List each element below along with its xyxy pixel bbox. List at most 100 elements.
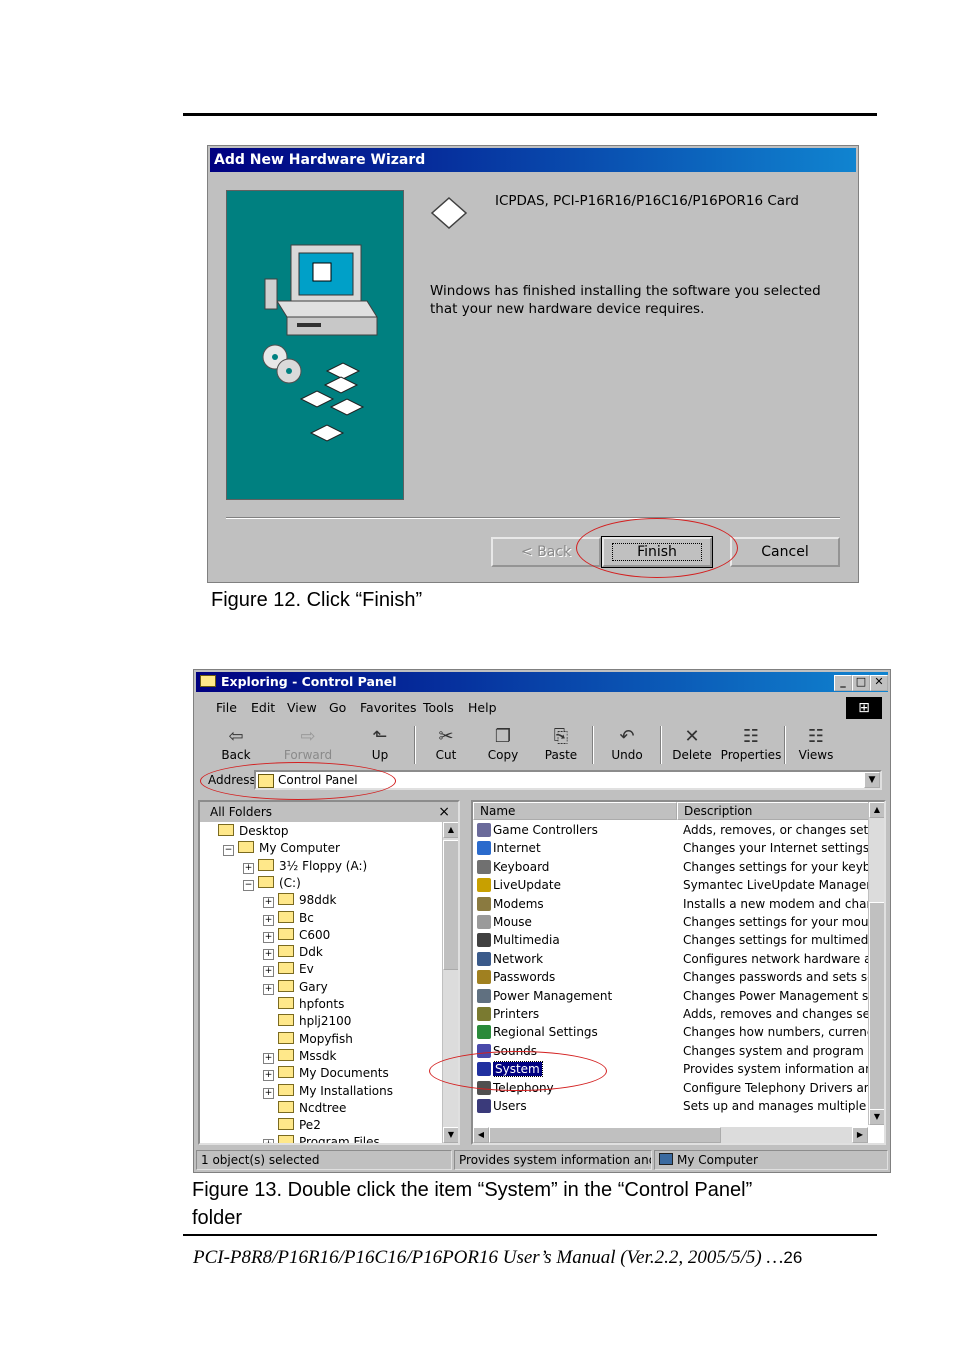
tree-item-label: (C:): [279, 875, 301, 890]
column-description[interactable]: Description: [677, 802, 873, 820]
tree-item[interactable]: +98ddk: [263, 892, 336, 909]
tree-item[interactable]: + My Installations: [263, 1083, 393, 1100]
tree-item[interactable]: hplj2100: [263, 1013, 351, 1030]
computer-and-discs-icon: [262, 244, 378, 442]
menu-view[interactable]: View: [287, 700, 317, 715]
scroll-down-button[interactable]: ▼: [443, 1127, 458, 1143]
tree-item[interactable]: + My Documents: [263, 1065, 389, 1082]
tree-item-label: Program Files: [299, 1135, 380, 1145]
list-item[interactable]: Multimedia Changes settings for multimedi…: [473, 931, 873, 949]
expand-toggle-icon[interactable]: −: [223, 845, 234, 857]
delete-tool-button[interactable]: ✕ Delete: [664, 726, 720, 766]
tree-item[interactable]: Desktop: [203, 823, 289, 840]
minimize-button[interactable]: _: [834, 675, 852, 691]
up-tool-button[interactable]: ⬑ Up: [352, 726, 408, 766]
expand-toggle-icon[interactable]: +: [263, 966, 274, 978]
tree-item[interactable]: + Bc: [263, 910, 314, 927]
tree-item[interactable]: + Gary: [263, 979, 328, 996]
item-name: Internet: [493, 841, 541, 856]
figure-13-caption-line1: Figure 13. Double click the item “System…: [192, 1179, 753, 1201]
expand-toggle-icon[interactable]: +: [263, 1052, 274, 1064]
menu-favorites[interactable]: Favorites: [360, 700, 416, 715]
address-dropdown-button[interactable]: ▼: [864, 772, 880, 788]
expand-toggle-icon[interactable]: −: [243, 879, 254, 891]
scroll-up-button[interactable]: ▲: [869, 802, 884, 818]
column-name[interactable]: Name: [473, 802, 677, 820]
item-name: Printers: [493, 1007, 540, 1021]
back-tool-button[interactable]: ⇦ Back: [208, 726, 264, 766]
expand-toggle-icon[interactable]: +: [263, 897, 274, 909]
explorer-title: Exploring - Control Panel: [221, 674, 397, 689]
forward-arrow-icon: ⇨: [300, 726, 316, 747]
menu-help[interactable]: Help: [468, 700, 497, 715]
undo-tool-button[interactable]: ↶ Undo: [599, 726, 655, 766]
list-item[interactable]: Printers Adds, removes and changes settin…: [473, 1005, 873, 1023]
tree-item[interactable]: Pe2: [263, 1117, 321, 1134]
expand-toggle-icon[interactable]: +: [263, 914, 274, 926]
expand-toggle-icon[interactable]: +: [263, 949, 274, 961]
list-horizontal-scrollbar[interactable]: ◀ ▶: [473, 1127, 868, 1143]
menu-edit[interactable]: Edit: [251, 700, 275, 715]
folders-close-button[interactable]: ×: [438, 802, 450, 822]
tree-item[interactable]: + Ev: [263, 961, 314, 978]
folders-scrollbar[interactable]: ▲ ▼: [442, 822, 458, 1143]
tree-item[interactable]: + Mssdk: [263, 1048, 336, 1065]
list-item[interactable]: LiveUpdate Symantec LiveUpdate Manager: [473, 876, 873, 894]
tree-item[interactable]: Mopyfish: [263, 1031, 353, 1048]
copy-tool-button[interactable]: ❐ Copy: [475, 726, 531, 766]
control-panel-item-icon: [477, 951, 491, 966]
list-item[interactable]: Modems Installs a new modem and changes n: [473, 895, 873, 913]
address-highlight-circle: [200, 762, 396, 800]
cut-tool-button[interactable]: ✂ Cut: [418, 726, 474, 766]
expand-toggle-icon[interactable]: +: [243, 862, 254, 874]
list-vertical-scrollbar[interactable]: ▲ ▼: [868, 802, 884, 1125]
tree-item[interactable]: +3½ Floppy (A:): [243, 858, 367, 875]
control-panel-item-icon: [477, 915, 491, 929]
scroll-right-button[interactable]: ▶: [852, 1127, 868, 1143]
tree-item[interactable]: + Program Files: [263, 1134, 380, 1145]
list-item[interactable]: Users Sets up and manages multiple users: [473, 1097, 873, 1115]
item-name: Power Management: [493, 988, 613, 1003]
list-item[interactable]: Power Management Changes Power Management…: [473, 987, 873, 1005]
tree-item-label: Pe2: [299, 1118, 321, 1133]
tree-item[interactable]: hpfonts: [263, 996, 344, 1013]
maximize-button[interactable]: □: [852, 675, 870, 691]
menu-file[interactable]: File: [216, 700, 237, 715]
expand-toggle-icon[interactable]: +: [263, 1139, 274, 1143]
expand-toggle-icon[interactable]: +: [263, 1087, 274, 1099]
paste-tool-button[interactable]: ⎘ Paste: [533, 726, 589, 766]
list-item[interactable]: Game Controllers Adds, removes, or change…: [473, 821, 873, 839]
tree-item[interactable]: + C600: [263, 927, 330, 944]
expand-toggle-icon[interactable]: +: [263, 983, 274, 995]
tree-item[interactable]: + Ddk: [263, 944, 323, 961]
explorer-title-bar: Exploring - Control Panel: [196, 672, 888, 692]
list-item[interactable]: Keyboard Changes settings for your keyboa…: [473, 858, 873, 876]
list-item[interactable]: Internet Changes your Internet settings.: [473, 839, 873, 857]
tree-item-label: 3½ Floppy (A:): [279, 858, 368, 873]
list-item[interactable]: Network Configures network hardware and s…: [473, 950, 873, 968]
forward-tool-button[interactable]: ⇨ Forward: [280, 726, 336, 766]
expand-toggle-icon[interactable]: +: [263, 1070, 274, 1082]
scroll-up-button[interactable]: ▲: [443, 822, 458, 838]
tree-item[interactable]: − My Computer: [223, 840, 340, 857]
expand-toggle-icon[interactable]: +: [263, 931, 274, 943]
menu-tools[interactable]: Tools: [423, 700, 454, 715]
list-item[interactable]: Mouse Changes settings for your mouse.: [473, 913, 873, 931]
tree-item[interactable]: Ncdtree: [263, 1100, 346, 1117]
list-item[interactable]: Passwords Changes passwords and sets secu…: [473, 968, 873, 986]
folder-icon: [258, 858, 274, 871]
scroll-left-button[interactable]: ◀: [473, 1127, 489, 1143]
item-description: Changes settings for your mouse.: [683, 915, 873, 929]
scroll-thumb[interactable]: [869, 902, 884, 1112]
scroll-thumb[interactable]: [443, 840, 458, 970]
views-tool-button[interactable]: ☷ Views: [788, 726, 844, 766]
properties-tool-button[interactable]: ☷ Properties: [720, 726, 782, 766]
cancel-button[interactable]: Cancel: [730, 537, 840, 567]
menu-go[interactable]: Go: [329, 700, 346, 715]
scroll-down-button[interactable]: ▼: [869, 1109, 884, 1125]
close-button[interactable]: ✕: [870, 675, 888, 691]
list-item[interactable]: Regional Settings Changes how numbers, cu…: [473, 1023, 873, 1041]
scroll-thumb[interactable]: [489, 1127, 721, 1143]
item-name: Multimedia: [493, 933, 560, 948]
tree-item[interactable]: − (C:): [243, 875, 301, 892]
